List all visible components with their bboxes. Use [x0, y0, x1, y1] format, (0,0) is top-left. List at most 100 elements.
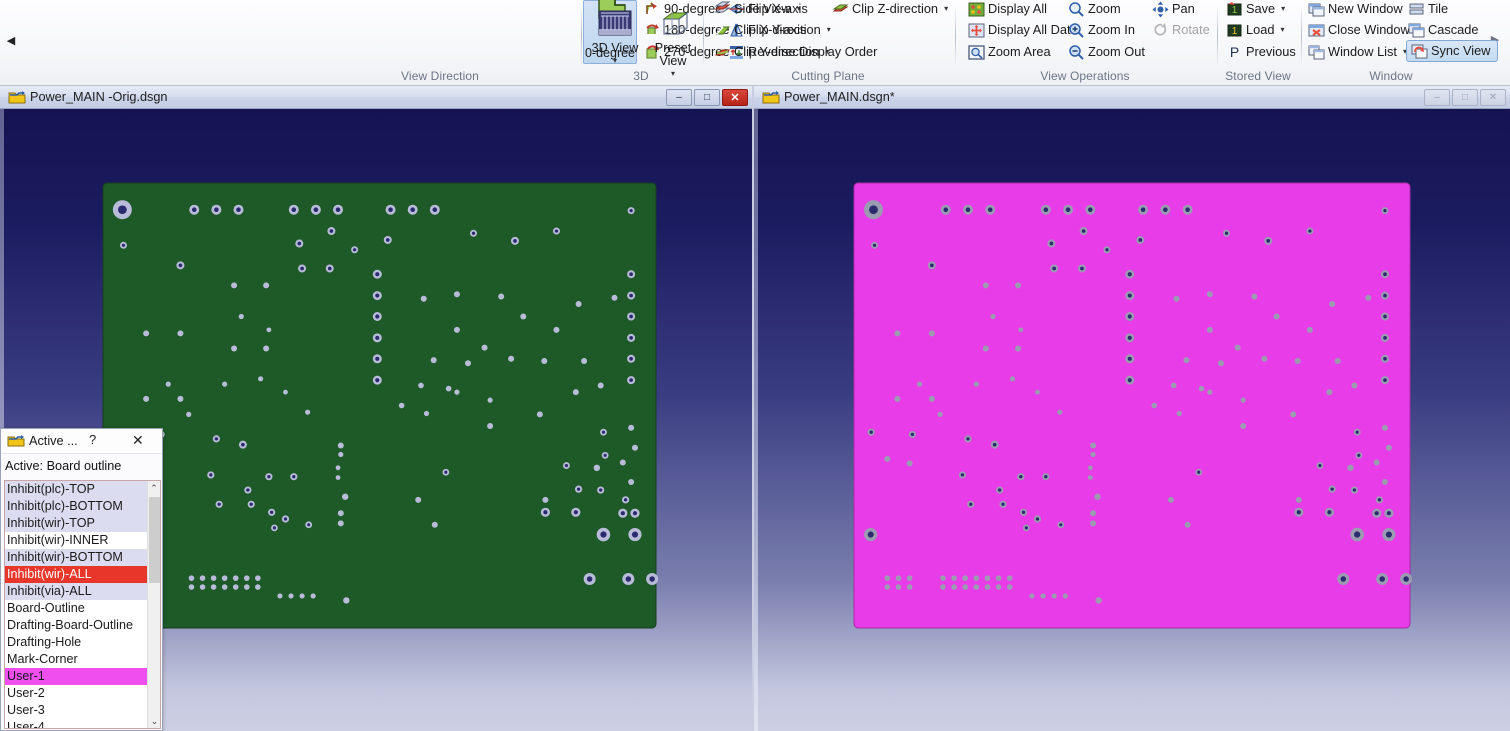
- layer-list-item[interactable]: Drafting-Board-Outline: [5, 617, 147, 634]
- layer-list-item[interactable]: User-2: [5, 685, 147, 702]
- window-list-button[interactable]: Window List ▾: [1308, 42, 1407, 62]
- previous-view-button[interactable]: P Previous: [1226, 42, 1298, 62]
- document-icon: [8, 90, 26, 105]
- 3d-view-caret-icon[interactable]: ▾: [585, 56, 645, 65]
- save-view-label: Save: [1246, 1, 1276, 16]
- window-controls-left: – □ ✕: [666, 89, 748, 106]
- layer-list-item[interactable]: User-1: [5, 668, 147, 685]
- ribbon-toolbar: ◀ ▶ 0-degree 90-degree: [0, 0, 1510, 86]
- layer-list[interactable]: Inhibit(plc)-TOP Inhibit(plc)-BOTTOM Inhib…: [5, 481, 147, 728]
- design-canvas-right[interactable]: [754, 109, 1510, 731]
- 3d-view-button[interactable]: 3D View ▾: [585, 0, 645, 72]
- load-view-label: Load: [1246, 22, 1275, 37]
- design-window-right[interactable]: Power_MAIN.dsgn* – □ ✕: [754, 86, 1510, 731]
- zoom-out-icon: [1068, 44, 1085, 61]
- tile-button[interactable]: Tile: [1408, 0, 1450, 19]
- window-titlebar-left[interactable]: Power_MAIN -Orig.dsgn – □ ✕: [0, 86, 752, 109]
- layer-list-item[interactable]: Inhibit(wir)-INNER: [5, 532, 147, 549]
- clip-z-direction-button[interactable]: Clip Z-direction ▾: [832, 0, 948, 19]
- close-icon[interactable]: ✕: [132, 431, 144, 449]
- display-all-data-button[interactable]: Display All Data: [968, 20, 1080, 40]
- clip-y-direction-label: Clip Y-direction: [734, 44, 820, 59]
- maximize-button-right[interactable]: □: [1452, 89, 1478, 106]
- layer-list-item[interactable]: User-4: [5, 719, 147, 728]
- zoom-in-button[interactable]: Zoom In: [1068, 20, 1137, 40]
- layer-list-item[interactable]: Inhibit(wir)-BOTTOM: [5, 549, 147, 566]
- layer-list-item[interactable]: Inhibit(wir)-ALL: [5, 566, 147, 583]
- zoom-icon: [1068, 1, 1085, 18]
- close-window-label: Close Window: [1328, 22, 1410, 37]
- pan-icon: [1152, 1, 1169, 18]
- active-layer-status: Active: Board outline: [1, 454, 162, 478]
- zoom-area-label: Zoom Area: [988, 44, 1051, 59]
- layer-list-item[interactable]: Inhibit(plc)-TOP: [5, 481, 147, 498]
- preset-view-button[interactable]: Preset View ▾: [640, 0, 706, 78]
- group-label-window: Window: [1369, 69, 1413, 83]
- zoom-button[interactable]: Zoom: [1068, 0, 1123, 19]
- cascade-label: Cascade: [1428, 22, 1479, 37]
- layer-list-item[interactable]: Drafting-Hole: [5, 634, 147, 651]
- cascade-button[interactable]: Cascade: [1408, 20, 1481, 40]
- clip-y-caret-icon[interactable]: ▾: [825, 48, 829, 56]
- zoom-out-button[interactable]: Zoom Out: [1068, 42, 1147, 62]
- zoom-area-button[interactable]: Zoom Area: [968, 42, 1053, 62]
- window-titlebar-right[interactable]: Power_MAIN.dsgn* – □ ✕: [754, 86, 1510, 109]
- scrollbar-thumb[interactable]: [149, 497, 160, 583]
- save-view-button[interactable]: 1 Save ▾: [1226, 0, 1285, 19]
- pan-label: Pan: [1172, 1, 1195, 16]
- ribbon-group-view-direction: 0-degree 90-degree 180-degree 270-degree: [288, 0, 877, 85]
- layer-list-container[interactable]: Inhibit(plc)-TOP Inhibit(plc)-BOTTOM Inhib…: [4, 480, 161, 729]
- ribbon-scroll-left-arrow[interactable]: ◀: [2, 30, 20, 50]
- zoom-in-icon: [1068, 22, 1085, 39]
- pan-button[interactable]: Pan: [1152, 0, 1197, 19]
- window-title-left: Power_MAIN -Orig.dsgn: [30, 90, 168, 104]
- sync-view-button[interactable]: Sync View: [1406, 40, 1498, 62]
- save-view-caret-icon[interactable]: ▾: [1281, 5, 1285, 13]
- new-window-button[interactable]: New Window: [1308, 0, 1405, 19]
- ribbon-group-3d: 3D View ▾ Preset View ▾ 3D: [582, 0, 704, 85]
- layer-list-item[interactable]: Inhibit(plc)-BOTTOM: [5, 498, 147, 515]
- maximize-button-left[interactable]: □: [694, 89, 720, 106]
- display-all-button[interactable]: Display All: [968, 0, 1049, 19]
- ribbon-group-view-operations: Display All Display All Data Zoom Area Z…: [956, 0, 1218, 85]
- document-icon: [7, 434, 25, 448]
- ribbon-group-cutting-plane: Side View ▾ Clip X-direction ▾ Clip Y-di…: [704, 0, 956, 85]
- minimize-button-right[interactable]: –: [1424, 89, 1450, 106]
- clip-y-direction-button[interactable]: Clip Y-direction ▾: [714, 42, 829, 62]
- clip-x-caret-icon[interactable]: ▾: [827, 26, 831, 34]
- scroll-down-button[interactable]: ⌄: [148, 714, 160, 728]
- layer-list-scrollbar[interactable]: ⌃ ⌄: [147, 481, 160, 728]
- close-window-button[interactable]: Close Window: [1308, 20, 1412, 40]
- group-label-cutting-plane: Cutting Plane: [791, 69, 865, 83]
- load-view-caret-icon[interactable]: ▾: [1280, 26, 1284, 34]
- tile-icon: [1408, 1, 1425, 18]
- layer-list-item[interactable]: Board-Outline: [5, 600, 147, 617]
- display-all-icon: [968, 1, 985, 18]
- 3d-view-label: 3D View: [591, 41, 639, 55]
- application-window: ◀ ▶ 0-degree 90-degree: [0, 0, 1510, 731]
- pcb-board-right[interactable]: [754, 109, 1510, 731]
- zoom-label: Zoom: [1088, 1, 1121, 16]
- zoom-in-label: Zoom In: [1088, 22, 1135, 37]
- clip-x-direction-button[interactable]: Clip X-direction ▾: [714, 20, 831, 40]
- layer-list-item[interactable]: Inhibit(via)-ALL: [5, 583, 147, 600]
- close-button-right[interactable]: ✕: [1480, 89, 1506, 106]
- dialog-titlebar[interactable]: Active ... ? ✕: [1, 429, 162, 454]
- clip-z-caret-icon[interactable]: ▾: [944, 5, 948, 13]
- help-icon[interactable]: ?: [89, 432, 96, 447]
- active-layer-dialog[interactable]: Active ... ? ✕ Active: Board outline Inh…: [0, 428, 163, 731]
- layer-list-item[interactable]: User-3: [5, 702, 147, 719]
- display-all-label: Display All: [988, 1, 1048, 16]
- side-view-caret-icon[interactable]: ▾: [797, 5, 801, 13]
- side-view-button[interactable]: Side View ▾: [714, 0, 801, 19]
- group-label-3d: 3D: [633, 69, 649, 83]
- close-button-left[interactable]: ✕: [722, 89, 748, 106]
- window-controls-right: – □ ✕: [1424, 89, 1506, 106]
- load-view-button[interactable]: 1 Load ▾: [1226, 20, 1284, 40]
- layer-list-item[interactable]: Inhibit(wir)-TOP: [5, 515, 147, 532]
- minimize-button-left[interactable]: –: [666, 89, 692, 106]
- layer-list-item[interactable]: Mark-Corner: [5, 651, 147, 668]
- scroll-up-button[interactable]: ⌃: [148, 481, 160, 495]
- rotate-button[interactable]: Rotate: [1152, 20, 1212, 40]
- svg-text:1: 1: [1232, 5, 1238, 16]
